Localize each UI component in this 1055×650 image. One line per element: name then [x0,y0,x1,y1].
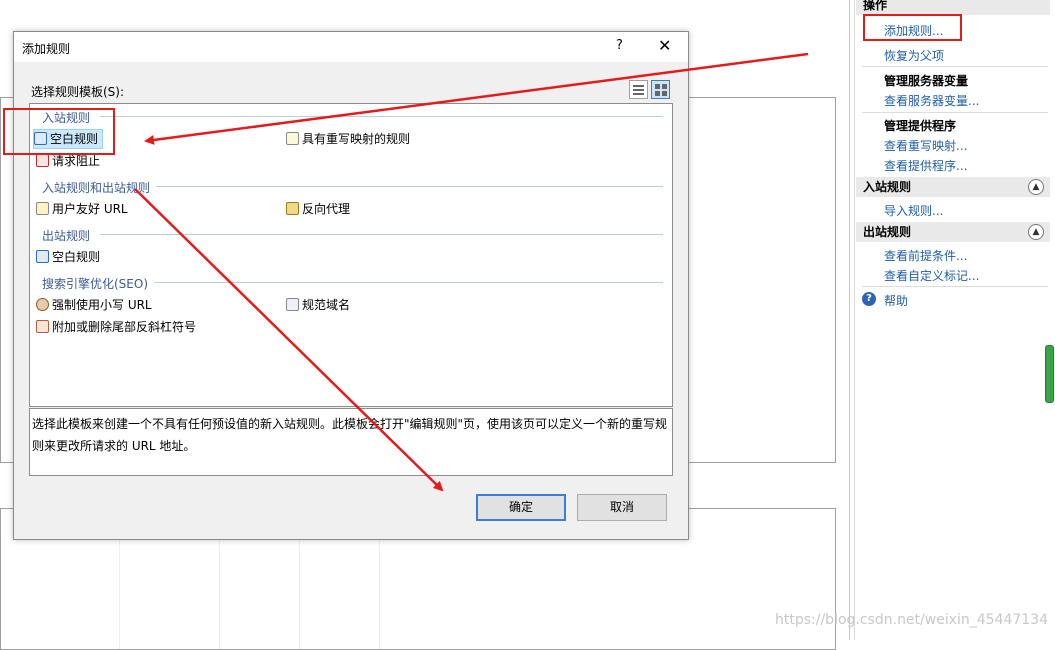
arrow-to-blank-rule [144,52,809,145]
watermark: https://blog.csdn.net/weixin_45447134 [775,612,1049,628]
arrow-to-ok-button [134,188,444,492]
annotation-arrows [134,52,809,492]
